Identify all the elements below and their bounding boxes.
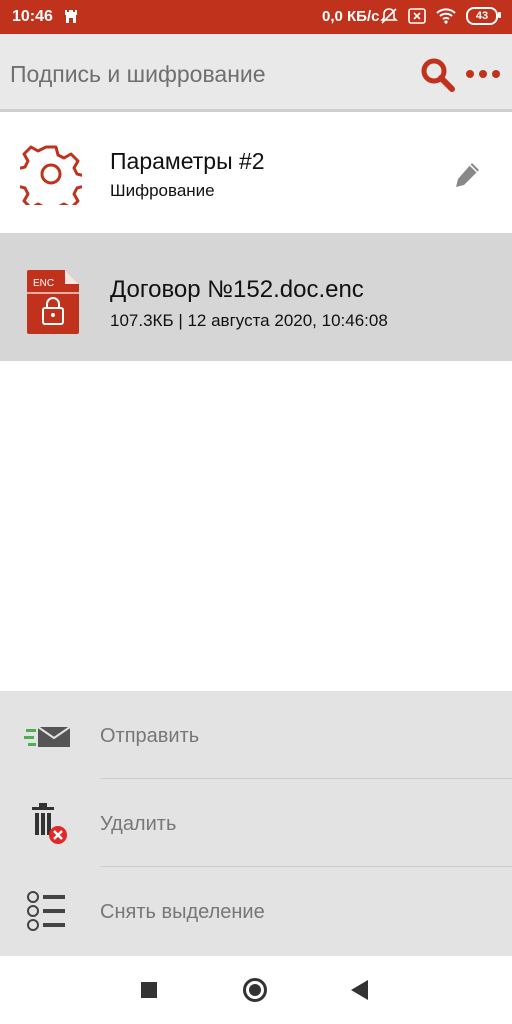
- send-mail-icon: [24, 726, 71, 747]
- pencil-icon[interactable]: [452, 160, 482, 190]
- status-icons: 43: [380, 7, 501, 25]
- back-triangle-icon[interactable]: [351, 980, 368, 1000]
- network-speed: 0,0 КБ/с: [322, 8, 380, 25]
- deselect-label: Снять выделение: [100, 901, 265, 923]
- wifi-icon: [436, 8, 456, 24]
- file-type-label: ENC: [33, 278, 54, 289]
- home-circle-icon[interactable]: [243, 978, 267, 1002]
- search-icon[interactable]: [420, 58, 456, 92]
- recents-square-icon[interactable]: [141, 982, 157, 998]
- sim-x-icon: [408, 8, 426, 24]
- more-icon[interactable]: [466, 70, 500, 78]
- send-label: Отправить: [100, 725, 200, 747]
- page-title: Подпись и шифрование: [10, 61, 266, 87]
- mute-bell-icon: [380, 8, 398, 24]
- delete-button[interactable]: Удалить: [0, 779, 512, 867]
- checklist-icon: [27, 891, 65, 931]
- params-subtitle: Шифрование: [110, 181, 215, 200]
- deselect-button[interactable]: Снять выделение: [0, 867, 512, 955]
- status-bar: 10:46 0,0 КБ/с 43: [0, 0, 512, 34]
- castle-icon: [65, 10, 77, 23]
- file-meta: 107.3КБ | 12 августа 2020, 10:46:08: [110, 311, 388, 330]
- gear-icon: [20, 145, 82, 205]
- action-sheet: Отправить Удалить Снять выделение: [0, 691, 512, 956]
- send-button[interactable]: Отправить: [0, 691, 512, 779]
- status-time: 10:46: [12, 8, 53, 25]
- battery-icon: 43: [466, 7, 501, 25]
- app-bar: Подпись и шифрование: [0, 34, 512, 112]
- file-name: Договор №152.doc.enc: [110, 276, 364, 303]
- params-title: Параметры #2: [110, 148, 265, 174]
- delete-label: Удалить: [100, 813, 177, 835]
- trash-delete-icon: [32, 803, 67, 844]
- encrypted-file-icon: ENC: [27, 270, 79, 334]
